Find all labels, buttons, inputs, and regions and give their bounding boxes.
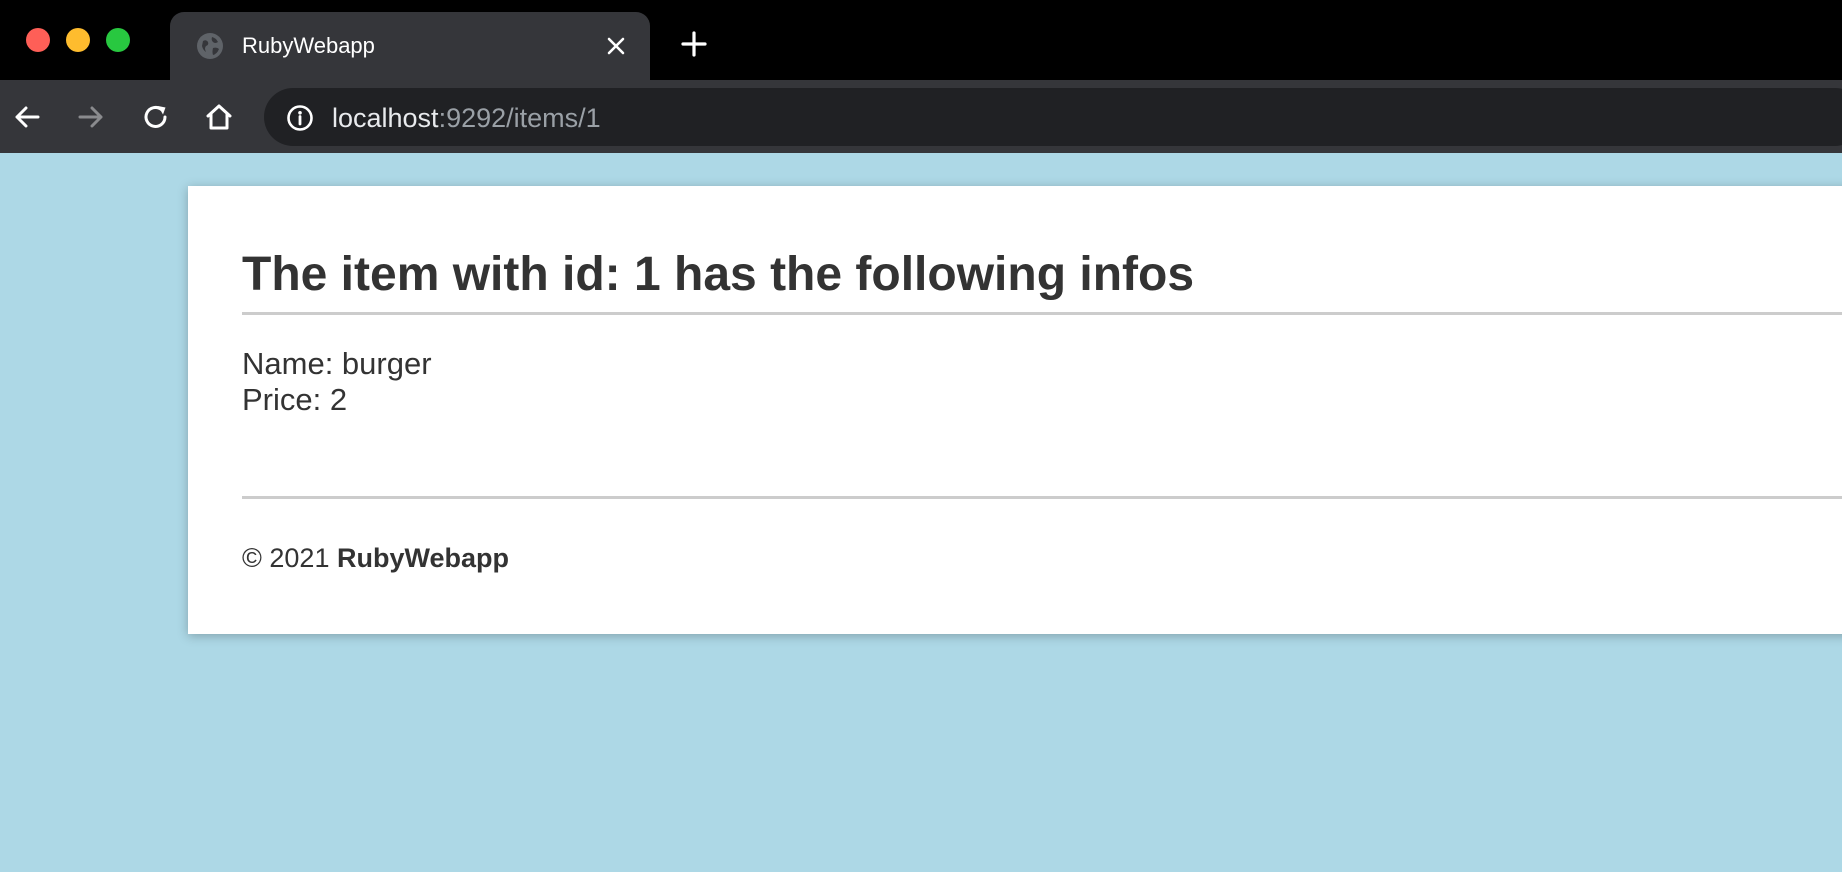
minimize-window-button[interactable] [66,28,90,52]
page-title: The item with id: 1 has the following in… [242,248,1195,301]
home-icon[interactable] [204,102,234,132]
reload-icon[interactable] [141,102,171,132]
maximize-window-button[interactable] [106,28,130,52]
url-host: localhost [332,103,439,133]
address-bar[interactable]: localhost:9292/items/1 [264,88,1842,146]
globe-icon [197,33,223,59]
item-name: Name: burger [242,346,432,381]
arrow-left-icon[interactable] [12,102,42,132]
title-divider [242,312,1842,315]
close-icon[interactable] [604,34,628,58]
url-path: :9292/items/1 [438,103,601,133]
info-icon[interactable] [286,104,314,132]
browser-titlebar: RubyWebapp [0,0,1842,80]
footer-copyright: © 2021 [242,543,330,573]
browser-tab[interactable]: RubyWebapp [170,12,650,80]
footer: © 2021 RubyWebapp [242,542,509,574]
footer-brand: RubyWebapp [336,543,509,573]
tab-title: RubyWebapp [242,33,375,58]
close-window-button[interactable] [26,28,50,52]
address-url[interactable]: localhost:9292/items/1 [332,103,601,133]
plus-icon[interactable] [680,30,708,58]
item-price: Price: 2 [242,382,348,417]
content-card: The item with id: 1 has the following in… [188,186,1842,634]
arrow-right-icon[interactable] [76,102,106,132]
footer-divider [242,496,1842,499]
browser-toolbar: localhost:9292/items/1 [0,80,1842,153]
